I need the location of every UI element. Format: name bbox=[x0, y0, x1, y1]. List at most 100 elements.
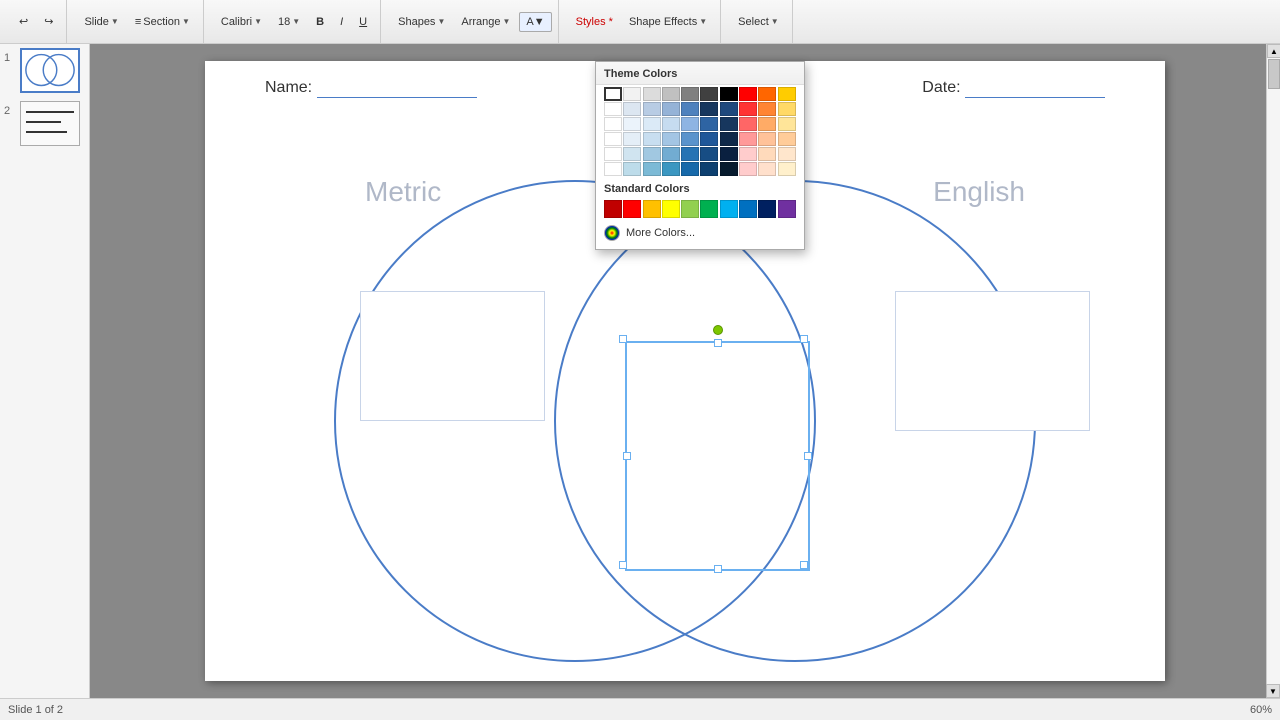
selected-shape[interactable] bbox=[625, 341, 810, 571]
color-swatch[interactable] bbox=[700, 147, 718, 161]
color-swatch[interactable] bbox=[700, 87, 718, 101]
color-swatch-std[interactable] bbox=[604, 200, 622, 218]
color-swatch[interactable] bbox=[623, 87, 641, 101]
arrange-btn[interactable]: Arrange▼ bbox=[454, 12, 517, 32]
bold-btn[interactable]: B bbox=[309, 12, 331, 32]
slide-button[interactable]: Slide ▼ bbox=[77, 12, 125, 32]
color-swatch[interactable] bbox=[778, 87, 796, 101]
rotation-handle[interactable] bbox=[713, 325, 723, 335]
handle-mr[interactable] bbox=[804, 452, 812, 460]
color-swatch[interactable] bbox=[739, 102, 757, 116]
color-swatch[interactable] bbox=[778, 102, 796, 116]
color-swatch[interactable] bbox=[700, 132, 718, 146]
color-swatch[interactable] bbox=[758, 162, 776, 176]
slide-thumb-2[interactable] bbox=[20, 101, 80, 146]
color-swatch-std[interactable] bbox=[758, 200, 776, 218]
undo-button[interactable]: ↩ bbox=[12, 11, 35, 32]
handle-tr[interactable] bbox=[800, 335, 808, 343]
redo-button[interactable]: ↪ bbox=[37, 11, 60, 32]
handle-br[interactable] bbox=[800, 561, 808, 569]
color-swatch[interactable] bbox=[758, 132, 776, 146]
color-swatch[interactable] bbox=[681, 147, 699, 161]
color-swatch[interactable] bbox=[778, 162, 796, 176]
color-swatch[interactable] bbox=[662, 162, 680, 176]
color-swatch[interactable] bbox=[623, 147, 641, 161]
color-swatch[interactable] bbox=[681, 132, 699, 146]
font-name-btn[interactable]: Calibri▼ bbox=[214, 12, 269, 32]
color-swatch[interactable] bbox=[758, 102, 776, 116]
handle-tm[interactable] bbox=[714, 339, 722, 347]
color-swatch-std[interactable] bbox=[623, 200, 641, 218]
color-swatch[interactable] bbox=[604, 162, 622, 176]
color-swatch[interactable] bbox=[778, 117, 796, 131]
color-swatch[interactable] bbox=[643, 132, 661, 146]
handle-ml[interactable] bbox=[623, 452, 631, 460]
color-swatch-std[interactable] bbox=[662, 200, 680, 218]
color-swatch[interactable] bbox=[643, 147, 661, 161]
color-swatch[interactable] bbox=[643, 162, 661, 176]
color-swatch[interactable] bbox=[700, 162, 718, 176]
scroll-down-button[interactable]: ▼ bbox=[1266, 684, 1280, 698]
color-swatch[interactable] bbox=[739, 117, 757, 131]
font-size-btn[interactable]: 18▼ bbox=[271, 12, 307, 32]
color-swatch[interactable] bbox=[739, 132, 757, 146]
color-swatch-std[interactable] bbox=[681, 200, 699, 218]
color-swatch[interactable] bbox=[758, 147, 776, 161]
scroll-up-button[interactable]: ▲ bbox=[1267, 44, 1280, 58]
color-swatch[interactable] bbox=[662, 117, 680, 131]
styles-button[interactable]: Styles * bbox=[569, 12, 620, 32]
handle-tl[interactable] bbox=[619, 335, 627, 343]
color-swatch[interactable] bbox=[604, 102, 622, 116]
color-swatch[interactable] bbox=[720, 87, 738, 101]
color-swatch[interactable] bbox=[623, 132, 641, 146]
color-swatch-std[interactable] bbox=[643, 200, 661, 218]
italic-btn[interactable]: I bbox=[333, 12, 350, 32]
color-swatch[interactable] bbox=[681, 102, 699, 116]
color-swatch[interactable] bbox=[700, 102, 718, 116]
color-swatch[interactable] bbox=[739, 87, 757, 101]
color-swatch-std[interactable] bbox=[739, 200, 757, 218]
color-swatch[interactable] bbox=[720, 132, 738, 146]
scroll-thumb[interactable] bbox=[1268, 59, 1280, 89]
color-swatch[interactable] bbox=[623, 162, 641, 176]
color-swatch-std[interactable] bbox=[778, 200, 796, 218]
color-swatch[interactable] bbox=[739, 162, 757, 176]
color-swatch[interactable] bbox=[662, 147, 680, 161]
shape-effects-button[interactable]: Shape Effects ▼ bbox=[622, 12, 714, 32]
shapes-btn[interactable]: Shapes▼ bbox=[391, 12, 452, 32]
handle-bm[interactable] bbox=[714, 565, 722, 573]
right-scrollbar[interactable]: ▲ ▼ bbox=[1266, 44, 1280, 720]
section-button[interactable]: ≡ Section ▼ bbox=[128, 12, 197, 32]
right-content-box[interactable] bbox=[895, 291, 1090, 431]
color-swatch[interactable] bbox=[662, 102, 680, 116]
color-swatch[interactable] bbox=[643, 117, 661, 131]
color-swatch[interactable] bbox=[720, 147, 738, 161]
color-swatch[interactable] bbox=[643, 87, 661, 101]
more-colors-row[interactable]: More Colors... bbox=[596, 220, 804, 243]
color-swatch[interactable] bbox=[720, 162, 738, 176]
color-swatch[interactable] bbox=[662, 87, 680, 101]
underline-btn[interactable]: U bbox=[352, 12, 374, 32]
left-content-box[interactable] bbox=[360, 291, 545, 421]
select-button[interactable]: Select ▼ bbox=[731, 12, 786, 32]
color-swatch[interactable] bbox=[623, 117, 641, 131]
color-swatch[interactable] bbox=[778, 147, 796, 161]
color-swatch[interactable] bbox=[720, 117, 738, 131]
color-swatch[interactable] bbox=[681, 87, 699, 101]
color-swatch[interactable] bbox=[758, 87, 776, 101]
color-swatch[interactable] bbox=[604, 87, 622, 101]
color-swatch[interactable] bbox=[758, 117, 776, 131]
color-swatch[interactable] bbox=[643, 102, 661, 116]
color-swatch[interactable] bbox=[604, 117, 622, 131]
color-swatch[interactable] bbox=[720, 102, 738, 116]
color-swatch[interactable] bbox=[604, 132, 622, 146]
color-swatch[interactable] bbox=[604, 147, 622, 161]
color-swatch[interactable] bbox=[778, 132, 796, 146]
color-swatch[interactable] bbox=[662, 132, 680, 146]
slide-canvas[interactable]: Name: Date: Metric English bbox=[205, 61, 1165, 681]
handle-bl[interactable] bbox=[619, 561, 627, 569]
color-swatch[interactable] bbox=[739, 147, 757, 161]
color-swatch-std[interactable] bbox=[720, 200, 738, 218]
color-swatch[interactable] bbox=[681, 117, 699, 131]
color-swatch[interactable] bbox=[700, 117, 718, 131]
